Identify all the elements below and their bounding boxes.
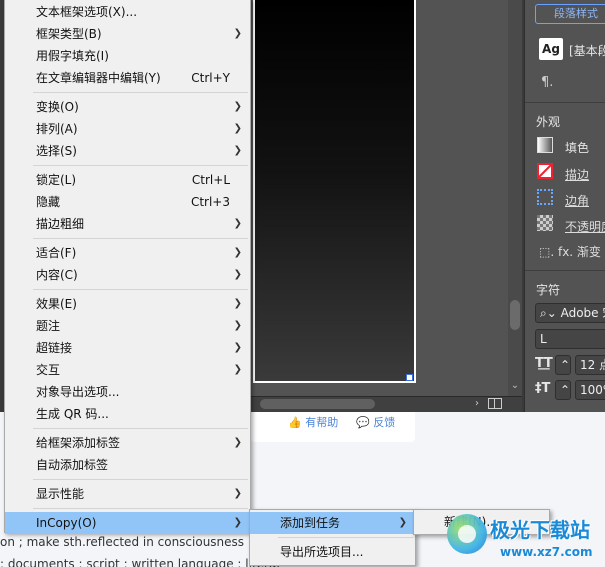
incopy-submenu: 添加到任务 ❯ 导出所选项目...: [249, 509, 416, 566]
menu-item-transform[interactable]: 变换(O) ❯: [5, 96, 250, 118]
corner-link[interactable]: 边角: [565, 192, 589, 209]
context-menu: 文本框架选项(X)... 框架类型(B) ❯ 用假字填充(I) 在文章编辑器中编辑…: [4, 0, 251, 534]
watermark-url: www.xz7.com: [500, 545, 593, 559]
submenu-arrow-icon: ❯: [233, 247, 242, 258]
menu-item-edit-in-story-editor[interactable]: 在文章编辑器中编辑(Y) Ctrl+Y: [5, 67, 250, 89]
menu-item-hyperlinks[interactable]: 超链接 ❯: [5, 337, 250, 359]
menu-item-display-performance[interactable]: 显示性能 ❯: [5, 483, 250, 505]
helpful-button[interactable]: 👍 有帮助: [288, 414, 338, 430]
frame-resize-handle[interactable]: [406, 374, 413, 381]
paragraph-style-button[interactable]: 段落样式: [535, 4, 605, 24]
font-family-value: Adobe 宋体: [560, 306, 605, 320]
submenu-arrow-icon: ❯: [233, 517, 242, 528]
appearance-section-title: 外观: [536, 115, 561, 129]
effects-row[interactable]: ⬚. fx. 渐变: [539, 243, 601, 260]
dictionary-text-line: ; documents ; script ; written language …: [0, 557, 280, 567]
chat-bubble-icon: 💬: [356, 416, 370, 429]
submenu-arrow-icon: ❯: [233, 218, 242, 229]
submenu-arrow-icon: ❯: [233, 123, 242, 134]
menu-item-content[interactable]: 内容(C) ❯: [5, 264, 250, 286]
font-size-icon: T͟T: [535, 356, 553, 371]
thumbs-up-icon: 👍: [288, 416, 302, 429]
menu-item-stroke-weight[interactable]: 描边粗细 ❯: [5, 213, 250, 235]
scroll-down-arrow-icon[interactable]: ⌄: [508, 380, 522, 391]
submenu-arrow-icon: ❯: [233, 320, 242, 331]
submenu-arrow-icon: ❯: [233, 298, 242, 309]
menu-item-fitting[interactable]: 适合(F) ❯: [5, 242, 250, 264]
menu-item-interactive[interactable]: 交互 ❯: [5, 359, 250, 381]
feedback-button[interactable]: 💬 反馈: [356, 414, 395, 430]
menu-item-hide[interactable]: 隐藏 Ctrl+3: [5, 191, 250, 213]
font-size-stepper[interactable]: ⌃: [555, 355, 571, 375]
character-section-title: 字符: [536, 283, 561, 297]
menu-separator: [33, 479, 248, 480]
menu-item-tag-frame[interactable]: 给框架添加标签 ❯: [5, 432, 250, 454]
style-preview-chip: Ag: [539, 38, 563, 60]
menu-item-object-export-options[interactable]: 对象导出选项...: [5, 381, 250, 403]
fill-swatch-icon[interactable]: [537, 137, 553, 153]
menu-separator: [33, 165, 248, 166]
leading-field[interactable]: 100%: [575, 380, 605, 400]
selected-text-frame[interactable]: [253, 0, 416, 383]
menu-item-effects[interactable]: 效果(E) ❯: [5, 293, 250, 315]
helpful-label: 有帮助: [305, 416, 339, 429]
leading-stepper[interactable]: ⌃: [555, 380, 571, 400]
menu-separator: [278, 537, 413, 538]
stroke-swatch-icon[interactable]: [537, 163, 553, 179]
menu-item-frame-type[interactable]: 框架类型(B) ❯: [5, 23, 250, 45]
panel-divider: [525, 270, 605, 271]
submenu-arrow-icon: ❯: [233, 145, 242, 156]
menu-separator: [33, 508, 248, 509]
feedback-label: 反馈: [373, 416, 396, 429]
opacity-checker-icon[interactable]: [537, 215, 553, 231]
menu-item-arrange[interactable]: 排列(A) ❯: [5, 118, 250, 140]
submenu-arrow-icon: ❯: [233, 364, 242, 375]
panel-divider: [525, 102, 605, 103]
menu-item-select[interactable]: 选择(S) ❯: [5, 140, 250, 162]
menu-item-add-to-assignment[interactable]: 添加到任务 ❯: [250, 512, 415, 534]
opacity-link[interactable]: 不透明度: [565, 218, 605, 235]
font-family-dropdown[interactable]: ⌕⌄ Adobe 宋体: [535, 303, 605, 323]
split-view-icon[interactable]: [488, 398, 502, 409]
menu-item-lock[interactable]: 锁定(L) Ctrl+L: [5, 169, 250, 191]
submenu-arrow-icon: ❯: [233, 437, 242, 448]
fill-label[interactable]: 填色: [565, 139, 589, 156]
pilcrow-icon[interactable]: ¶.: [541, 75, 553, 90]
menu-separator: [33, 238, 248, 239]
watermark-text: 极光下载站: [490, 518, 590, 542]
font-size-field[interactable]: 12 点: [575, 355, 605, 375]
submenu-arrow-icon: ❯: [233, 342, 242, 353]
scroll-right-arrow-icon[interactable]: ›: [470, 396, 484, 412]
watermark-logo-icon: [447, 514, 487, 554]
menu-item-generate-qr-code[interactable]: 生成 QR 码...: [5, 403, 250, 425]
properties-panel: 段落样式 Ag [基本段落] ¶. 外观 填色 描边 边角 不透明度 ⬚. fx…: [524, 0, 605, 412]
submenu-arrow-icon: ❯: [233, 101, 242, 112]
menu-item-text-frame-options[interactable]: 文本框架选项(X)...: [5, 1, 250, 23]
menu-item-autotag[interactable]: 自动添加标签: [5, 454, 250, 476]
menu-item-captions[interactable]: 题注 ❯: [5, 315, 250, 337]
submenu-arrow-icon: ❯: [233, 488, 242, 499]
vertical-scroll-thumb[interactable]: [510, 300, 520, 330]
search-icon: ⌕⌄: [540, 306, 561, 320]
menu-item-fill-placeholder[interactable]: 用假字填充(I): [5, 45, 250, 67]
font-style-dropdown[interactable]: L: [535, 329, 605, 349]
submenu-arrow-icon: ❯: [398, 517, 407, 528]
horizontal-scroll-thumb[interactable]: [260, 399, 375, 409]
menu-separator: [33, 92, 248, 93]
menu-item-incopy[interactable]: InCopy(O) ❯: [5, 512, 250, 534]
dictionary-text-line: on ; make sth.reflected in consciousness: [0, 535, 245, 549]
corner-options-icon[interactable]: [537, 189, 553, 205]
menu-item-export-selection[interactable]: 导出所选项目...: [250, 541, 415, 563]
stroke-link[interactable]: 描边: [565, 166, 589, 183]
basic-paragraph-style[interactable]: [基本段落]: [569, 42, 605, 59]
menu-separator: [33, 428, 248, 429]
menu-separator: [33, 289, 248, 290]
submenu-arrow-icon: ❯: [233, 269, 242, 280]
vertical-scrollbar[interactable]: [508, 0, 522, 396]
submenu-arrow-icon: ❯: [233, 28, 242, 39]
leading-icon: ‡T: [535, 381, 551, 396]
